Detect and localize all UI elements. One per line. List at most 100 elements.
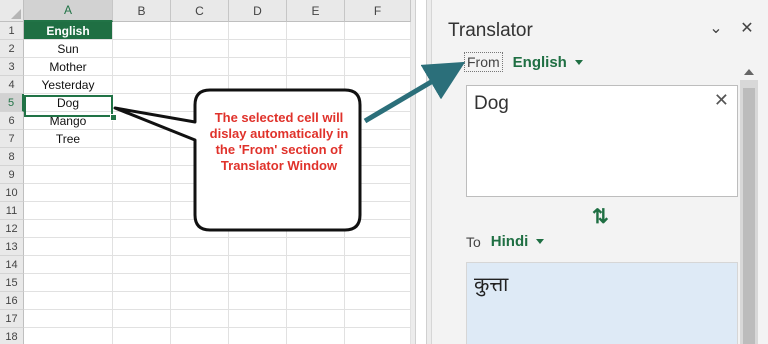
grid-cell[interactable] bbox=[229, 292, 287, 310]
from-language-dropdown[interactable]: English bbox=[513, 54, 583, 71]
grid-cell[interactable] bbox=[229, 58, 287, 76]
grid-cell[interactable] bbox=[229, 310, 287, 328]
row-header-13[interactable]: 13 bbox=[0, 238, 24, 256]
grid-cell[interactable] bbox=[345, 202, 411, 220]
grid-cell[interactable] bbox=[171, 58, 229, 76]
grid-cell[interactable] bbox=[113, 256, 171, 274]
grid-cell[interactable] bbox=[229, 40, 287, 58]
grid-cell[interactable] bbox=[229, 22, 287, 40]
row-header-15[interactable]: 15 bbox=[0, 274, 24, 292]
grid-cell[interactable] bbox=[113, 310, 171, 328]
grid-cell[interactable] bbox=[287, 310, 345, 328]
grid-cell[interactable] bbox=[24, 274, 113, 292]
swap-languages-icon[interactable]: ⇅ bbox=[592, 204, 609, 229]
grid-cell[interactable] bbox=[24, 328, 113, 344]
grid-cell[interactable] bbox=[24, 292, 113, 310]
cell-a7[interactable]: Tree bbox=[24, 130, 113, 148]
grid-cell[interactable] bbox=[229, 76, 287, 94]
grid-cell[interactable] bbox=[113, 238, 171, 256]
grid-cell[interactable] bbox=[345, 274, 411, 292]
grid-cell[interactable] bbox=[24, 148, 113, 166]
grid-cell[interactable] bbox=[345, 256, 411, 274]
grid-cell[interactable] bbox=[287, 22, 345, 40]
cell-a4[interactable]: Yesterday bbox=[24, 76, 113, 94]
grid-cell[interactable] bbox=[113, 328, 171, 344]
grid-cell[interactable] bbox=[24, 256, 113, 274]
grid-cell[interactable] bbox=[287, 292, 345, 310]
row-header-8[interactable]: 8 bbox=[0, 148, 24, 166]
fill-handle[interactable] bbox=[110, 114, 117, 121]
column-header-b[interactable]: B bbox=[113, 0, 171, 22]
grid-cell[interactable] bbox=[345, 58, 411, 76]
grid-cell[interactable] bbox=[345, 220, 411, 238]
grid-cell[interactable] bbox=[345, 238, 411, 256]
source-text-box[interactable]: Dog ✕ bbox=[466, 85, 738, 197]
row-header-1[interactable]: 1 bbox=[0, 22, 24, 40]
grid-cell[interactable] bbox=[171, 238, 229, 256]
grid-cell[interactable] bbox=[171, 40, 229, 58]
row-header-16[interactable]: 16 bbox=[0, 292, 24, 310]
grid-cell[interactable] bbox=[171, 220, 229, 238]
clear-icon[interactable]: ✕ bbox=[714, 90, 729, 111]
grid-cell[interactable] bbox=[229, 274, 287, 292]
cell-a5[interactable]: Dog bbox=[24, 94, 113, 112]
row-header-12[interactable]: 12 bbox=[0, 220, 24, 238]
grid-cell[interactable] bbox=[171, 22, 229, 40]
row-header-5[interactable]: 5 bbox=[0, 94, 24, 112]
row-header-2[interactable]: 2 bbox=[0, 40, 24, 58]
column-header-e[interactable]: E bbox=[287, 0, 345, 22]
grid-cell[interactable] bbox=[171, 292, 229, 310]
grid-cell[interactable] bbox=[113, 292, 171, 310]
row-header-17[interactable]: 17 bbox=[0, 310, 24, 328]
row-header-18[interactable]: 18 bbox=[0, 328, 24, 344]
column-header-a[interactable]: A bbox=[24, 0, 113, 22]
select-all-corner[interactable] bbox=[0, 0, 24, 22]
grid-cell[interactable] bbox=[113, 40, 171, 58]
grid-cell[interactable] bbox=[113, 166, 171, 184]
grid-cell[interactable] bbox=[345, 184, 411, 202]
column-header-d[interactable]: D bbox=[229, 0, 287, 22]
grid-cell[interactable] bbox=[287, 202, 345, 220]
grid-cell[interactable] bbox=[113, 76, 171, 94]
grid-cell[interactable] bbox=[287, 328, 345, 344]
grid-cell[interactable] bbox=[287, 40, 345, 58]
grid-cell[interactable] bbox=[345, 40, 411, 58]
pane-options-chevron-icon[interactable]: ⌄ bbox=[706, 18, 726, 38]
cell-a1-header[interactable]: English bbox=[24, 22, 113, 40]
grid-cell[interactable] bbox=[287, 256, 345, 274]
grid-cell[interactable] bbox=[24, 238, 113, 256]
sheet-divider-scrollbar[interactable] bbox=[411, 0, 431, 344]
column-header-f[interactable]: F bbox=[345, 0, 411, 22]
grid-cell[interactable] bbox=[229, 238, 287, 256]
grid-cell[interactable] bbox=[113, 112, 171, 130]
grid-cell[interactable] bbox=[229, 184, 287, 202]
grid-cell[interactable] bbox=[287, 238, 345, 256]
row-header-6[interactable]: 6 bbox=[0, 112, 24, 130]
grid-cell[interactable] bbox=[287, 274, 345, 292]
sheet-scroll-thumb[interactable] bbox=[415, 0, 427, 344]
grid-cell[interactable] bbox=[287, 76, 345, 94]
grid-cell[interactable] bbox=[229, 256, 287, 274]
grid-cell[interactable] bbox=[229, 202, 287, 220]
pane-scroll-thumb[interactable] bbox=[743, 88, 755, 344]
pane-close-icon[interactable]: ✕ bbox=[737, 18, 757, 38]
grid-cell[interactable] bbox=[113, 148, 171, 166]
grid-cell[interactable] bbox=[24, 202, 113, 220]
grid-cell[interactable] bbox=[113, 94, 171, 112]
grid-cell[interactable] bbox=[171, 184, 229, 202]
grid-cell[interactable] bbox=[113, 274, 171, 292]
scroll-up-button[interactable] bbox=[740, 64, 758, 80]
row-header-4[interactable]: 4 bbox=[0, 76, 24, 94]
column-header-c[interactable]: C bbox=[171, 0, 229, 22]
row-header-9[interactable]: 9 bbox=[0, 166, 24, 184]
row-header-7[interactable]: 7 bbox=[0, 130, 24, 148]
cell-a2[interactable]: Sun bbox=[24, 40, 113, 58]
cell-a6[interactable]: Mango bbox=[24, 112, 113, 130]
grid-cell[interactable] bbox=[345, 328, 411, 344]
grid-cell[interactable] bbox=[345, 292, 411, 310]
grid-cell[interactable] bbox=[113, 22, 171, 40]
grid-cell[interactable] bbox=[24, 184, 113, 202]
grid-cell[interactable] bbox=[287, 58, 345, 76]
to-language-dropdown[interactable]: Hindi bbox=[491, 233, 545, 250]
cell-a3[interactable]: Mother bbox=[24, 58, 113, 76]
